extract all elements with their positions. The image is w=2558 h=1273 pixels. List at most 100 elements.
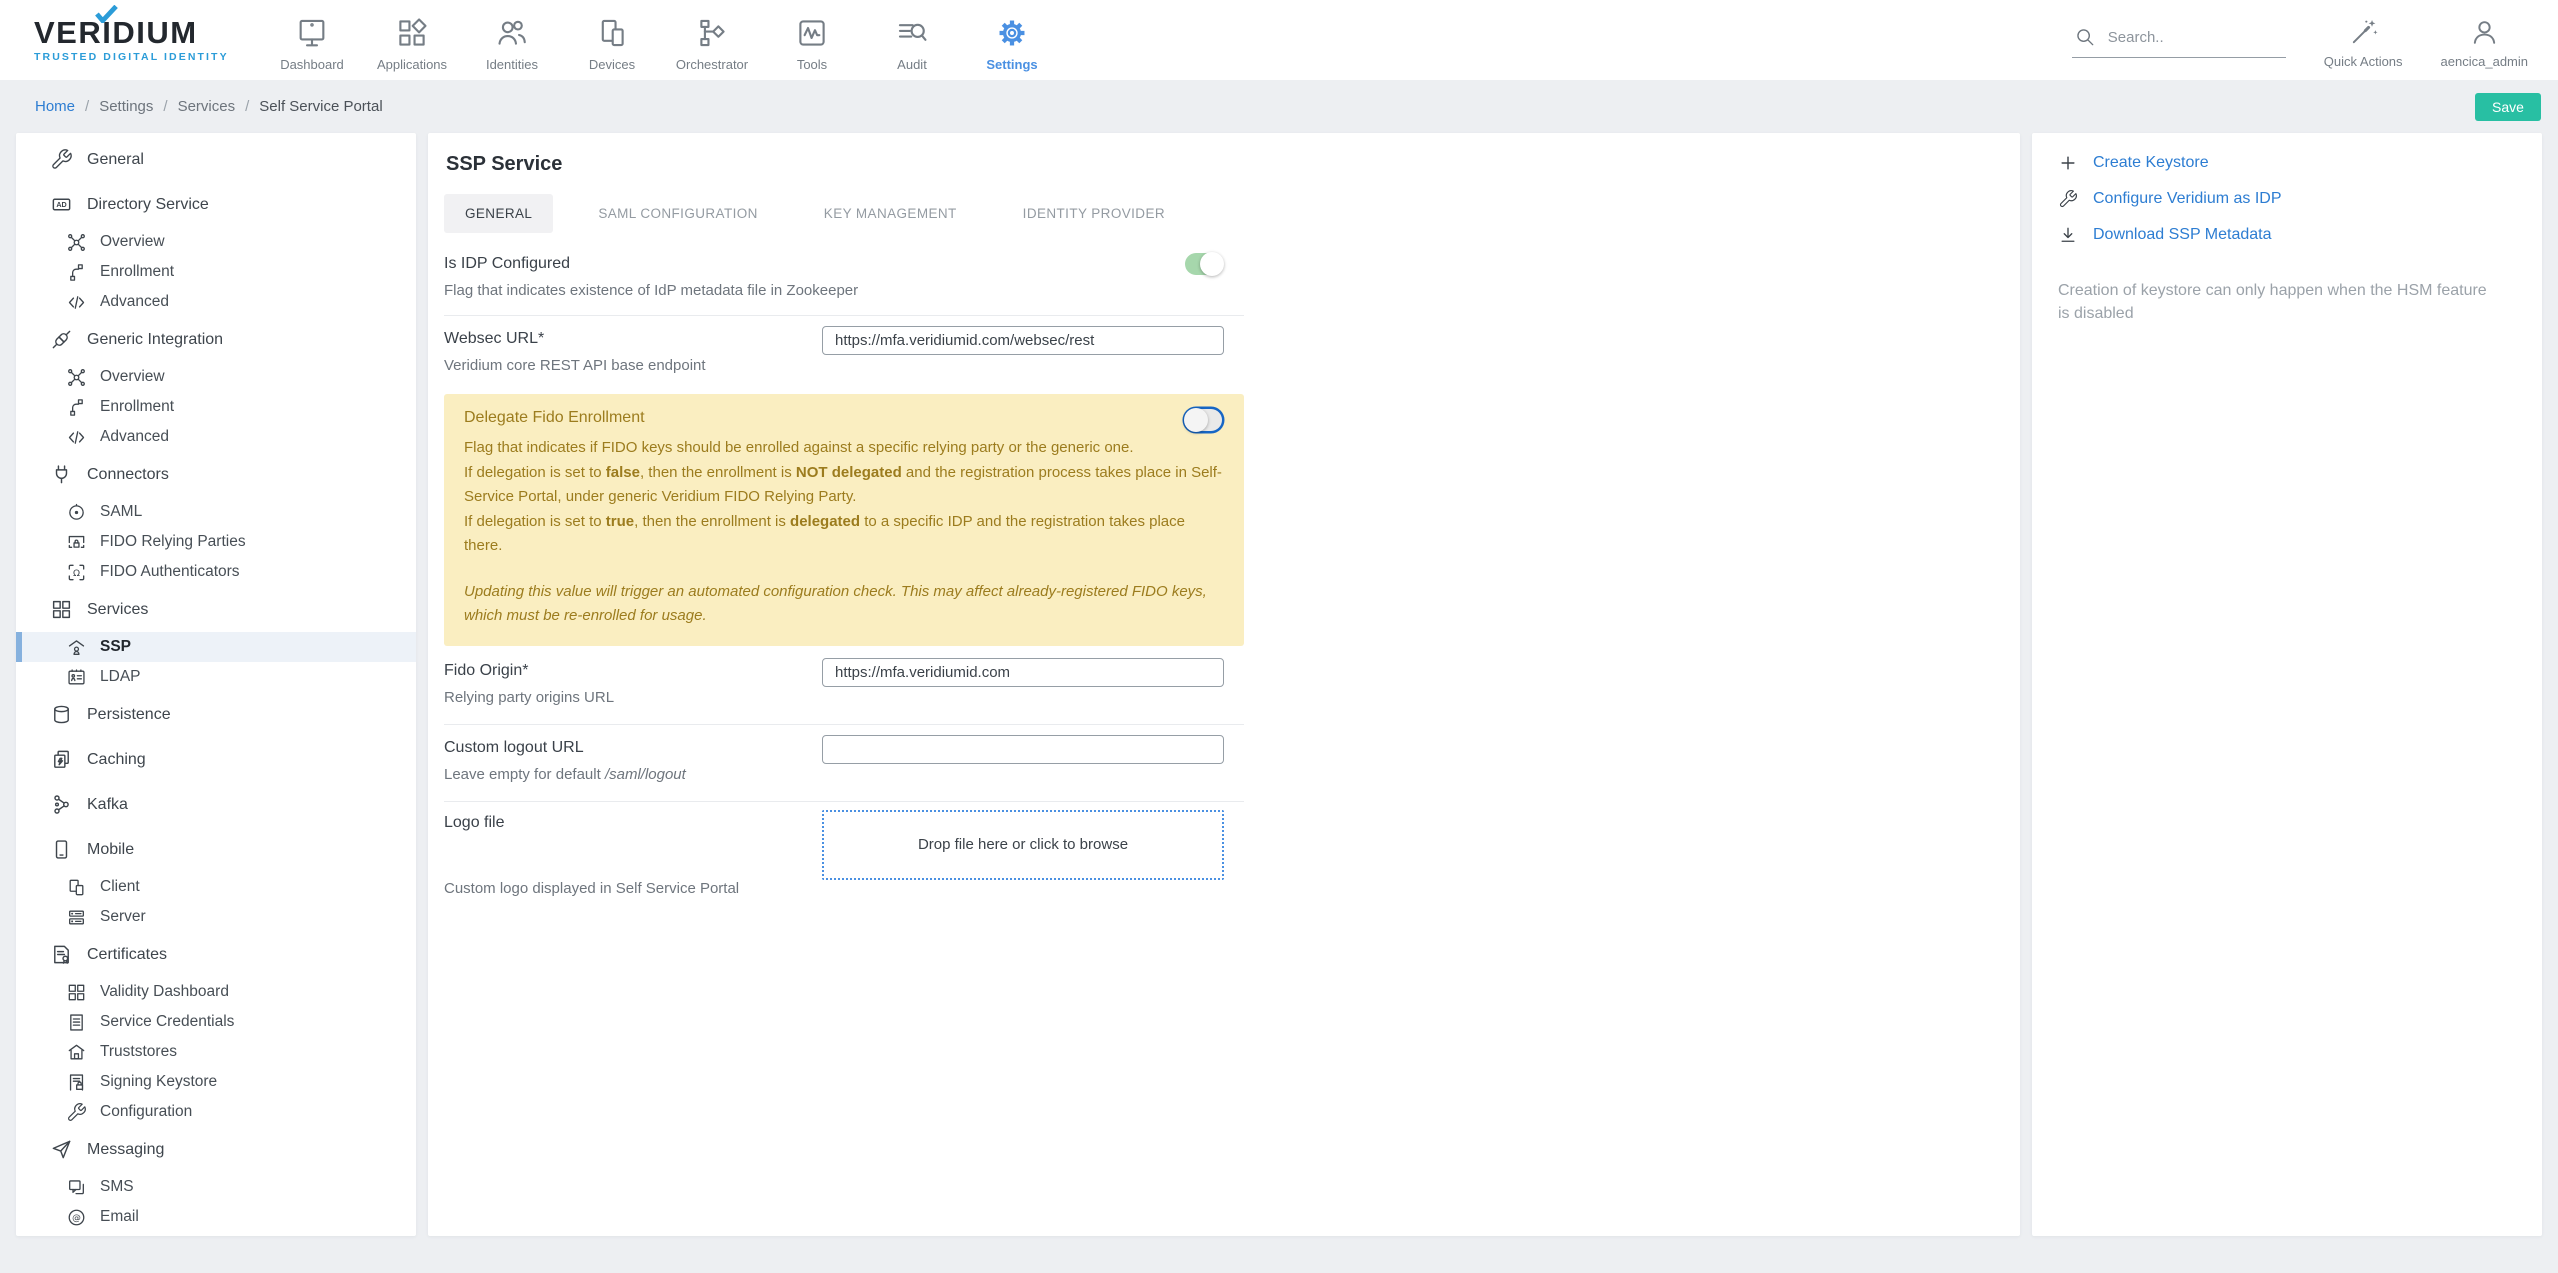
actions-panel: Create KeystoreConfigure Veridium as IDP… xyxy=(2032,133,2542,1236)
sidebar-item-certificates[interactable]: Certificates xyxy=(16,932,416,977)
sidebar-item-sms[interactable]: SMS xyxy=(16,1172,416,1202)
quick-actions-button[interactable]: Quick Actions xyxy=(2324,11,2403,69)
sidebar-item-enrollment[interactable]: Enrollment xyxy=(16,392,416,422)
sidebar-item-email[interactable]: @Email xyxy=(16,1202,416,1232)
enrollment-path-icon xyxy=(66,262,87,283)
settings-sidebar: GeneralADDirectory ServiceOverviewEnroll… xyxy=(16,133,416,1236)
websec-url-input[interactable] xyxy=(822,326,1224,355)
breadcrumb-settings[interactable]: Settings xyxy=(99,98,153,115)
svg-text:Ω: Ω xyxy=(73,568,80,579)
sidebar-item-directory-service[interactable]: ADDirectory Service xyxy=(16,182,416,227)
sidebar-item-label: FIDO Relying Parties xyxy=(100,533,246,551)
nav-item-orchestrator[interactable]: Orchestrator xyxy=(662,8,762,72)
tab-saml-configuration[interactable]: SAML CONFIGURATION xyxy=(577,194,778,233)
delegate-fido-toggle[interactable] xyxy=(1185,409,1222,431)
sidebar-item-mobile[interactable]: Mobile xyxy=(16,827,416,872)
tools-icon xyxy=(795,16,829,50)
sidebar-item-signing-keystore[interactable]: Signing Keystore xyxy=(16,1067,416,1097)
tab-key-management[interactable]: KEY MANAGEMENT xyxy=(803,194,978,233)
sidebar-item-fido-authenticators[interactable]: Ω FIDO Authenticators xyxy=(16,557,416,587)
wrench-icon xyxy=(2058,189,2078,209)
breadcrumb-services[interactable]: Services xyxy=(178,98,236,115)
sidebar-item-messaging[interactable]: Messaging xyxy=(16,1127,416,1172)
browser-lock-icon xyxy=(66,532,87,553)
nav-item-dashboard[interactable]: Dashboard xyxy=(262,8,362,72)
sidebar-item-ldap[interactable]: LDAP xyxy=(16,662,416,692)
sidebar-item-label: Kafka xyxy=(87,796,128,814)
delegate-fido-note: Updating this value will trigger an auto… xyxy=(464,580,1224,629)
sidebar-item-saml[interactable]: SAML xyxy=(16,497,416,527)
nav-item-applications[interactable]: Applications xyxy=(362,8,462,72)
breadcrumb-separator: / xyxy=(85,98,89,115)
sidebar-item-overview[interactable]: Overview xyxy=(16,362,416,392)
idp-configured-toggle[interactable] xyxy=(1185,253,1222,275)
logo-file-dropzone[interactable]: Drop file here or click to browse xyxy=(822,810,1224,880)
nav-item-audit[interactable]: Audit xyxy=(862,8,962,72)
cache-icon xyxy=(50,748,73,771)
sidebar-item-advanced[interactable]: Advanced xyxy=(16,287,416,317)
field-description: Flag that indicates existence of IdP met… xyxy=(444,282,1244,299)
nav-item-identities[interactable]: Identities xyxy=(462,8,562,72)
fido-origin-input[interactable] xyxy=(822,658,1224,687)
contact-card-icon xyxy=(66,667,87,688)
sidebar-item-ssp[interactable]: SSP xyxy=(16,632,416,662)
breadcrumb-bar: Home / Settings / Services / Self Servic… xyxy=(0,80,2558,133)
sidebar-item-advanced[interactable]: Advanced xyxy=(16,422,416,452)
nav-item-devices[interactable]: Devices xyxy=(562,8,662,72)
sidebar-item-persistence[interactable]: Persistence xyxy=(16,692,416,737)
tab-identity-provider[interactable]: IDENTITY PROVIDER xyxy=(1002,194,1186,233)
plug-icon xyxy=(50,328,73,351)
sidebar-item-overview[interactable]: Overview xyxy=(16,227,416,257)
phone-icon xyxy=(50,838,73,861)
sidebar-item-label: Caching xyxy=(87,751,146,769)
sidebar-item-label: Connectors xyxy=(87,466,169,484)
breadcrumb: Home / Settings / Services / Self Servic… xyxy=(35,98,383,115)
sidebar-item-configuration[interactable]: Configuration xyxy=(16,1097,416,1127)
sidebar-item-label: FIDO Authenticators xyxy=(100,563,240,581)
field-custom-logout-url: Custom logout URL Leave empty for defaul… xyxy=(444,725,1244,802)
search-box[interactable] xyxy=(2072,22,2286,58)
sidebar-item-enrollment[interactable]: Enrollment xyxy=(16,257,416,287)
connector-icon xyxy=(50,463,73,486)
sidebar-item-truststores[interactable]: Truststores xyxy=(16,1037,416,1067)
sidebar-item-label: Messaging xyxy=(87,1141,164,1159)
main-panel: SSP Service GENERALSAML CONFIGURATIONKEY… xyxy=(428,133,2020,1236)
sidebar-item-label: Directory Service xyxy=(87,196,209,214)
settings-icon xyxy=(995,16,1029,50)
nodes-icon xyxy=(66,367,87,388)
sidebar-item-fido-relying-parties[interactable]: FIDO Relying Parties xyxy=(16,527,416,557)
field-fido-origin: Fido Origin* Relying party origins URL xyxy=(444,658,1244,725)
link-create-keystore[interactable]: Create Keystore xyxy=(2058,145,2516,181)
user-menu[interactable]: aencica_admin xyxy=(2441,11,2528,69)
sidebar-item-server[interactable]: Server xyxy=(16,902,416,932)
link-download-ssp-metadata[interactable]: Download SSP Metadata xyxy=(2058,217,2516,253)
nav-item-label: Devices xyxy=(589,57,635,72)
nav-item-tools[interactable]: Tools xyxy=(762,8,862,72)
sidebar-item-generic-integration[interactable]: Generic Integration xyxy=(16,317,416,362)
sidebar-item-caching[interactable]: Caching xyxy=(16,737,416,782)
sidebar-item-label: Email xyxy=(100,1208,139,1226)
main-nav: DashboardApplicationsIdentities Devices Or… xyxy=(262,8,1062,72)
field-description: Custom logo displayed in Self Service Po… xyxy=(444,880,1244,897)
save-button[interactable]: Save xyxy=(2475,93,2541,121)
search-input[interactable] xyxy=(2108,29,2268,46)
sidebar-item-connectors[interactable]: Connectors xyxy=(16,452,416,497)
code-icon xyxy=(66,427,87,448)
sidebar-item-validity-dashboard[interactable]: Validity Dashboard xyxy=(16,977,416,1007)
truststore-icon xyxy=(66,1042,87,1063)
sidebar-item-client[interactable]: Client xyxy=(16,872,416,902)
sidebar-item-services[interactable]: Services xyxy=(16,587,416,632)
sidebar-item-kafka[interactable]: Kafka xyxy=(16,782,416,827)
sidebar-item-service-credentials[interactable]: Service Credentials xyxy=(16,1007,416,1037)
custom-logout-url-input[interactable] xyxy=(822,735,1224,764)
nav-item-settings[interactable]: Settings xyxy=(962,8,1062,72)
certificate-icon xyxy=(50,943,73,966)
breadcrumb-home[interactable]: Home xyxy=(35,98,75,115)
toggle-knob xyxy=(1200,252,1224,276)
tab-general[interactable]: GENERAL xyxy=(444,194,553,233)
search-icon xyxy=(2074,26,2096,48)
veridium-logo[interactable]: VERIDIUM TRUSTED DIGITAL IDENTITY xyxy=(34,17,252,63)
sidebar-item-label: Generic Integration xyxy=(87,331,223,349)
link-configure-veridium-as-idp[interactable]: Configure Veridium as IDP xyxy=(2058,181,2516,217)
sidebar-item-general[interactable]: General xyxy=(16,137,416,182)
